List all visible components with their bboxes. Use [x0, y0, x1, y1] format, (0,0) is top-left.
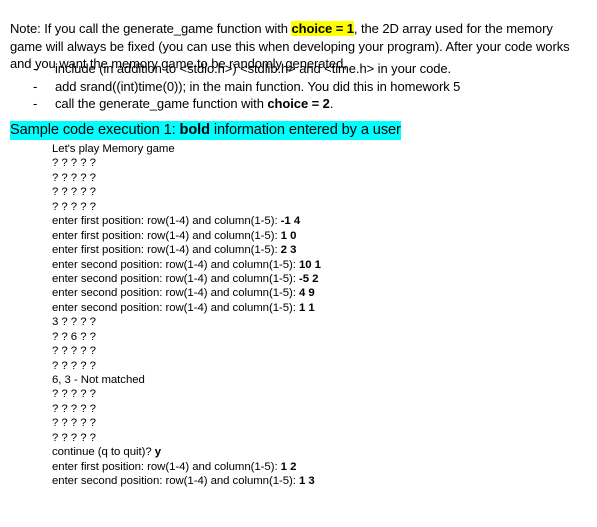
console-line-text: ? ? ? ? ?: [52, 186, 96, 199]
list-item-prefix: add srand((int)time(0)); in the main fun…: [55, 78, 461, 94]
console-user-input: -1 4: [280, 215, 301, 228]
console-line-text: ? ? ? ? ?: [52, 157, 96, 170]
console-line-text: continue (q to quit)?: [52, 446, 155, 459]
sample-heading-bold: bold: [179, 122, 211, 138]
console-user-input: 1 3: [299, 475, 315, 488]
console-line-text: enter second position: row(1-4) and colu…: [52, 475, 299, 488]
console-user-input: -5 2: [299, 272, 319, 285]
console-line: 3 ? ? ? ?: [52, 315, 321, 329]
console-line: ? ? ? ? ?: [52, 185, 321, 199]
console-line: enter second position: row(1-4) and colu…: [52, 272, 321, 286]
console-user-input: 1 2: [280, 460, 297, 473]
list-item-text: add srand((int)time(0)); in the main fun…: [55, 78, 590, 96]
console-line: ? ? ? ? ?: [52, 344, 321, 358]
sample-execution-heading: Sample code execution 1: bold informatio…: [10, 121, 401, 140]
console-line-text: ? ? ? ? ?: [52, 388, 96, 401]
console-line-text: enter first position: row(1-4) and colum…: [52, 244, 281, 257]
console-line-text: ? ? ? ? ?: [52, 359, 96, 372]
console-line: 6, 3 - Not matched: [52, 373, 321, 387]
console-line: enter first position: row(1-4) and colum…: [52, 214, 321, 228]
console-line-text: ? ? ? ? ?: [52, 171, 96, 184]
console-line: ? ? ? ? ?: [52, 171, 321, 185]
document-page: Note: If you call the generate_game func…: [0, 0, 597, 527]
console-line: continue (q to quit)? y: [52, 445, 321, 459]
console-line: enter first position: row(1-4) and colum…: [52, 229, 321, 243]
console-line-text: ? ? ? ? ?: [52, 417, 96, 430]
list-item-text: call the generate_game function with cho…: [55, 95, 590, 113]
list-item: - call the generate_game function with c…: [0, 95, 590, 113]
console-line: enter second position: row(1-4) and colu…: [52, 258, 321, 272]
console-user-input: 4 9: [299, 287, 315, 300]
console-line-text: ? ? ? ? ?: [52, 345, 96, 358]
sample-heading-prefix: Sample code execution 1:: [10, 122, 180, 138]
console-line-text: enter first position: row(1-4) and colum…: [52, 215, 281, 228]
list-item-text: include (in addition to <stdio.h>) <stdl…: [55, 60, 590, 78]
console-line-text: 3 ? ? ? ?: [52, 316, 96, 329]
console-line-text: enter first position: row(1-4) and colum…: [52, 460, 281, 473]
list-item: - add srand((int)time(0)); in the main f…: [0, 78, 590, 96]
choice-one-highlight: choice = 1: [291, 21, 354, 36]
console-user-input: 10 1: [299, 258, 321, 271]
bullet-dash-icon: -: [33, 61, 38, 76]
console-output-block: Let's play Memory game? ? ? ? ?? ? ? ? ?…: [52, 142, 321, 489]
console-line: ? ? ? ? ?: [52, 402, 321, 416]
list-item-prefix: include (in addition to <stdio.h>) <stdl…: [55, 61, 452, 76]
note-prefix-text: Note: If you call the generate_game func…: [10, 21, 292, 36]
console-line-text: ? ? 6 ? ?: [52, 330, 96, 343]
console-user-input: 1 0: [280, 229, 297, 242]
console-line: Let's play Memory game: [52, 142, 321, 156]
console-line: ? ? 6 ? ?: [52, 330, 321, 344]
console-line: enter second position: row(1-4) and colu…: [52, 301, 321, 315]
console-line-text: ? ? ? ? ?: [52, 402, 96, 415]
console-line-text: enter first position: row(1-4) and colum…: [52, 229, 281, 242]
console-user-input: 2 3: [280, 244, 297, 257]
bullet-dash-icon: -: [33, 96, 38, 112]
list-item-prefix: call the generate_game function with: [55, 96, 268, 112]
console-line-text: ? ? ? ? ?: [52, 431, 96, 444]
list-item-suffix: .: [329, 96, 334, 112]
console-user-input: y: [154, 446, 162, 459]
console-line-text: Let's play Memory game: [52, 143, 175, 155]
console-line-text: enter second position: row(1-4) and colu…: [52, 301, 299, 314]
console-line: enter first position: row(1-4) and colum…: [52, 243, 321, 257]
sample-heading-suffix: information entered by a user: [209, 122, 401, 138]
console-line: ? ? ? ? ?: [52, 431, 321, 445]
console-line: ? ? ? ? ?: [52, 156, 321, 170]
console-line: ? ? ? ? ?: [52, 416, 321, 430]
list-item: - include (in addition to <stdio.h>) <st…: [0, 60, 590, 78]
console-line: ? ? ? ? ?: [52, 387, 321, 401]
console-user-input: 1 1: [299, 301, 315, 314]
console-line-text: enter second position: row(1-4) and colu…: [52, 272, 299, 285]
console-line: enter first position: row(1-4) and colum…: [52, 460, 321, 474]
list-item-bold: choice = 2: [267, 96, 330, 112]
console-line: ? ? ? ? ?: [52, 359, 321, 373]
console-line: enter second position: row(1-4) and colu…: [52, 286, 321, 300]
console-line-text: enter second position: row(1-4) and colu…: [52, 258, 299, 271]
console-line-text: ? ? ? ? ?: [52, 200, 96, 213]
bullet-dash-icon: -: [33, 78, 38, 94]
instruction-list: - include (in addition to <stdio.h>) <st…: [0, 60, 590, 113]
sample-execution-highlight: Sample code execution 1: bold informatio…: [10, 121, 401, 140]
console-line-text: enter second position: row(1-4) and colu…: [52, 287, 299, 300]
console-line: enter second position: row(1-4) and colu…: [52, 474, 321, 488]
console-line: ? ? ? ? ?: [52, 200, 321, 214]
console-line-text: 6, 3 - Not matched: [52, 374, 145, 386]
